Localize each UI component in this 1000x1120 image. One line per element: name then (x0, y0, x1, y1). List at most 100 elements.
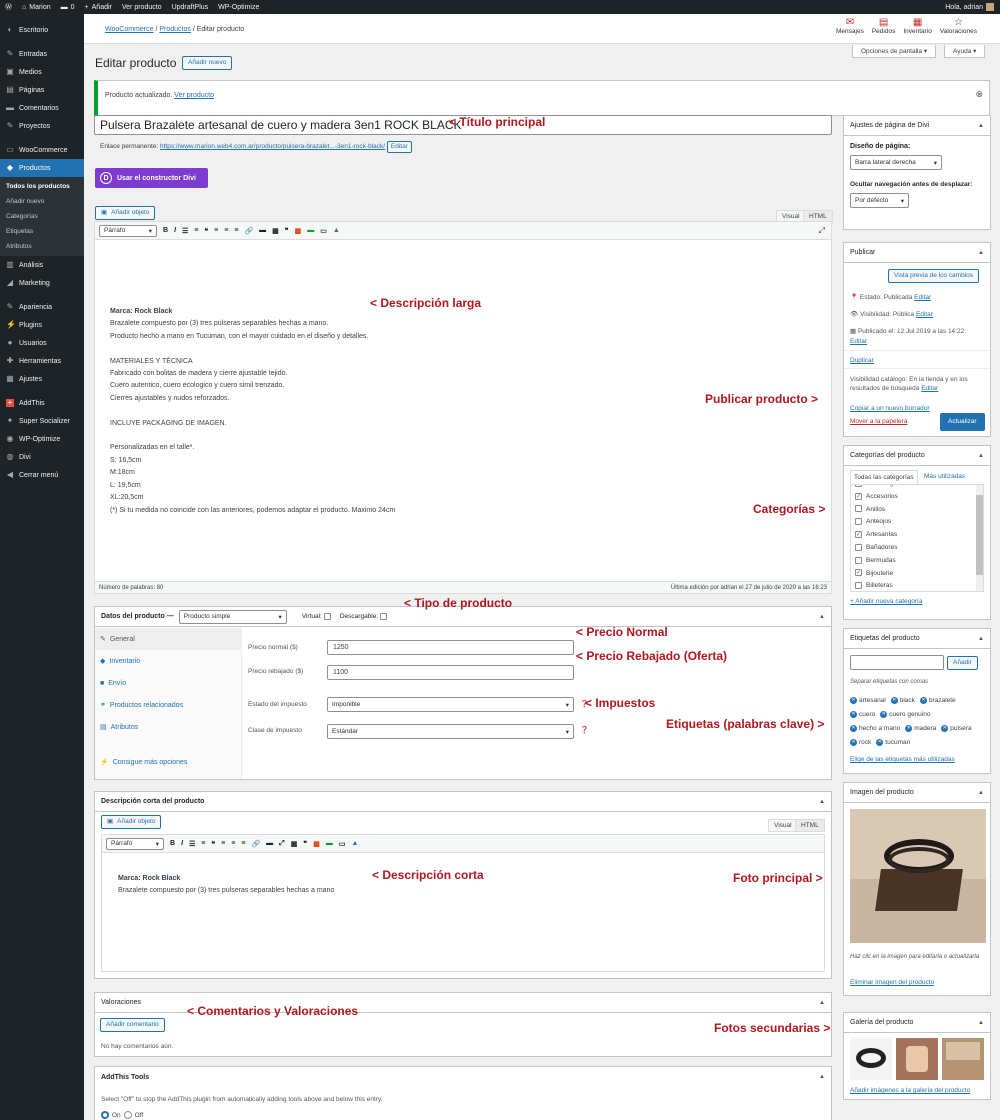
color-icon[interactable]: ▩ (295, 227, 302, 235)
wp-optimize-link[interactable]: WP-Optimize (213, 4, 264, 11)
image-icon[interactable]: ▲ (333, 227, 340, 234)
add-category-link[interactable]: + Añadir nueva categoría (850, 598, 922, 605)
menu-divi[interactable]: ◍ Divi (0, 448, 84, 466)
remove-image-link[interactable]: Eliminar imagen del producto (850, 979, 934, 986)
remove-tag-icon[interactable]: ✕ (941, 725, 949, 732)
category-checkbox[interactable] (855, 518, 862, 526)
tab-more-options[interactable]: ⚡ Consigue más opciones (95, 751, 241, 773)
add-tag-button[interactable]: Añadir (947, 656, 978, 670)
edit-visibility-link[interactable]: Editar (916, 311, 933, 318)
format-select[interactable]: Párrafo ▾ (106, 837, 164, 850)
category-item[interactable]: Bermudas (855, 555, 975, 568)
category-checkbox[interactable] (855, 505, 862, 513)
menu-plugins[interactable]: ⚡ Plugins (0, 316, 84, 334)
tab-inventario[interactable]: ◆ Inventario (95, 650, 241, 672)
downloadable-toggle[interactable]: Descargable: (340, 612, 391, 620)
bold-icon[interactable]: B (163, 227, 168, 234)
notice-view-link[interactable]: Ver producto (174, 92, 214, 99)
collapse-icon[interactable]: ▲ (978, 250, 984, 256)
divi-builder-button[interactable]: D Usar el constructor Divi (95, 168, 208, 188)
add-media-button[interactable]: ▣ Añadir objeto (101, 815, 162, 829)
trash-link[interactable]: Mover a la papelera (850, 418, 907, 425)
tab-atributos[interactable]: ▤ Atributos (95, 716, 241, 738)
gallery-image[interactable] (850, 1038, 892, 1080)
submenu-tags[interactable]: Etiquetas (0, 224, 84, 239)
comments-link[interactable]: ▬ 0 (56, 4, 80, 11)
toolbar-toggle-icon[interactable]: ▦ (291, 840, 298, 848)
duplicate-link[interactable]: Duplicar (850, 357, 874, 364)
add-comment-button[interactable]: Añadir comentario (100, 1018, 165, 1032)
add-media-button[interactable]: ▣ Añadir objeto (95, 206, 156, 220)
tab-mensajes[interactable]: ✉ Mensajes (836, 17, 864, 35)
menu-apariencia[interactable]: ✎ Apariencia (0, 298, 84, 316)
submenu-attributes[interactable]: Atributos (0, 239, 84, 254)
submenu-all-products[interactable]: Todos los productos (0, 179, 84, 194)
regular-price-input[interactable]: 1250 (327, 640, 574, 655)
update-button[interactable]: Actualizar (940, 413, 985, 431)
category-checkbox[interactable] (855, 543, 862, 551)
tab-all-categories[interactable]: Todas las categorías (850, 470, 918, 484)
downloadable-checkbox[interactable] (380, 612, 388, 620)
collapse-icon[interactable]: ▲ (819, 1000, 825, 1006)
menu-escritorio[interactable]: ◐ Escritorio (0, 21, 84, 39)
remove-tag-icon[interactable]: ✕ (850, 739, 857, 746)
tab-inventario[interactable]: ▦ Inventario (903, 17, 932, 35)
quote-icon[interactable]: ❝ (211, 840, 215, 848)
menu-super-socializer[interactable]: ✦ Super Socializer (0, 412, 84, 430)
dismiss-icon[interactable]: ⊗ (975, 89, 983, 100)
category-item[interactable]: ✓ Bijouterie (855, 568, 975, 581)
category-item[interactable]: Bañadores (855, 542, 975, 555)
align-left-icon[interactable]: ≡ (221, 840, 225, 847)
align-right-icon[interactable]: ≡ (241, 840, 245, 847)
tab-envio[interactable]: ■ Envío (95, 672, 241, 694)
remove-tag-icon[interactable]: ✕ (905, 725, 913, 732)
radio-off[interactable] (123, 1111, 132, 1119)
breadcrumb-woocommerce[interactable]: WooCommerce (105, 26, 154, 33)
category-item[interactable]: ✓ Accesorios (855, 491, 975, 504)
italic-icon[interactable]: I (174, 227, 176, 234)
quote-icon[interactable]: ❞ (285, 227, 289, 235)
view-product-link[interactable]: Ver producto (117, 4, 167, 11)
remove-tag-icon[interactable]: ✕ (876, 739, 884, 746)
align-left-icon[interactable]: ≡ (214, 227, 218, 234)
gallery-image[interactable] (942, 1038, 984, 1080)
collapse-icon[interactable]: ▲ (978, 453, 984, 459)
sale-price-input[interactable]: 1100 (327, 665, 574, 680)
remove-tag-icon[interactable]: ✕ (919, 697, 927, 704)
menu-woocommerce[interactable]: ▭ WooCommerce (0, 141, 84, 159)
divider-icon[interactable]: ▬ (326, 840, 333, 847)
remove-tag-icon[interactable]: ✕ (850, 725, 857, 732)
updraft-link[interactable]: UpdraftPlus (167, 4, 214, 11)
virtual-toggle[interactable]: Virtual: (302, 612, 335, 620)
menu-herramientas[interactable]: ✚ Herramientas (0, 352, 84, 370)
tab-general[interactable]: ✎ General (95, 628, 241, 650)
tab-valoraciones[interactable]: ☆ Valoraciones (940, 17, 977, 35)
category-checkbox[interactable]: ✓ (855, 569, 862, 577)
description-content[interactable]: Marca: Rock Black Brazalete compuesto por… (110, 306, 395, 517)
italic-icon[interactable]: I (181, 840, 183, 847)
short-description-content[interactable]: Marca: Rock Black Brazalete compuesto po… (118, 873, 334, 897)
remove-tag-icon[interactable]: ✕ (850, 697, 857, 704)
menu-entradas[interactable]: ✎ Entradas (0, 45, 84, 63)
bold-icon[interactable]: B (170, 840, 175, 847)
tax-class-select[interactable]: Estándar ▾ (327, 724, 574, 739)
preview-changes-button[interactable]: Vista previa de los cambios (888, 269, 980, 283)
collapse-icon[interactable]: ▲ (978, 123, 984, 129)
align-center-icon[interactable]: ≡ (231, 840, 235, 847)
scrollbar[interactable] (976, 485, 983, 591)
menu-paginas[interactable]: ▤ Páginas (0, 81, 84, 99)
edit-status-link[interactable]: Editar (914, 294, 931, 301)
menu-productos[interactable]: ◆ Productos (0, 159, 84, 177)
menu-analisis[interactable]: ▥ Análisis (0, 256, 84, 274)
edit-date-link[interactable]: Editar (850, 338, 867, 345)
site-name-link[interactable]: ⌂ Marion (17, 4, 56, 11)
link-icon[interactable]: 🔗 (251, 840, 260, 848)
screen-options-button[interactable]: Opciones de pantalla ▾ (852, 45, 937, 58)
divider-icon[interactable]: ▬ (307, 227, 314, 234)
menu-usuarios[interactable]: ● Usuarios (0, 334, 84, 352)
new-content-link[interactable]: + Añadir (80, 4, 117, 11)
add-new-button[interactable]: Añadir nuevo (182, 56, 233, 70)
menu-marketing[interactable]: ◢ Marketing (0, 274, 84, 292)
tab-html[interactable]: HTML (795, 819, 825, 832)
menu-proyectos[interactable]: ✎ Proyectos (0, 117, 84, 135)
